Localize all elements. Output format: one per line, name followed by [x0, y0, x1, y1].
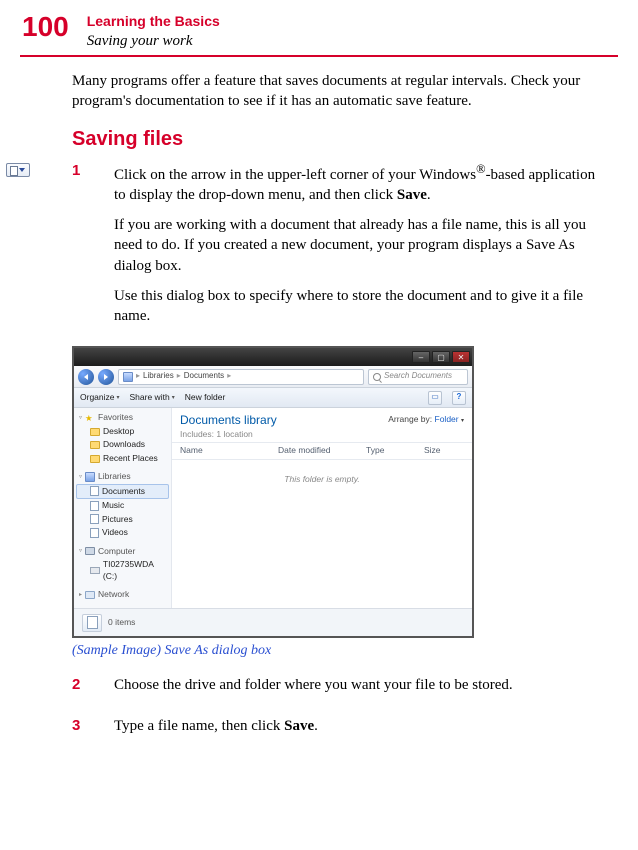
nav-back-button[interactable]: [78, 369, 94, 385]
folder-icon: [90, 455, 100, 463]
library-icon: [123, 372, 133, 382]
app-menu-icon: [6, 163, 30, 177]
folder-icon: [90, 428, 100, 436]
star-icon: ★: [85, 413, 95, 423]
step-3-row: 3 Type a file name, then click Save.: [0, 716, 608, 746]
step-2-row: 2 Choose the drive and folder where you …: [0, 675, 608, 705]
step-1-para-1: Click on the arrow in the upper-left cor…: [114, 161, 608, 206]
status-item-count: 0 items: [108, 617, 135, 628]
header-rule: [20, 55, 618, 57]
save-as-dialog: – ▢ ✕ ▸ Libraries ▸ Documents ▸ Search D…: [72, 346, 474, 638]
help-button[interactable]: ?: [452, 391, 466, 405]
search-icon: [373, 373, 381, 381]
step-3-text: Type a file name, then click Save.: [114, 716, 608, 746]
computer-group[interactable]: ▿Computer: [79, 546, 169, 557]
breadcrumb-root: Libraries: [143, 371, 174, 382]
music-icon: [90, 501, 99, 511]
col-type: Type: [366, 445, 406, 456]
step-2-text: Choose the drive and folder where you wa…: [114, 675, 608, 705]
chapter-title: Learning the Basics: [87, 12, 220, 31]
arrange-by[interactable]: Arrange by: Folder ▾: [388, 414, 464, 425]
nav-sidebar: ▿★Favorites Desktop Downloads Recent Pla…: [74, 408, 172, 608]
search-placeholder: Search Documents: [384, 371, 452, 382]
share-with-button[interactable]: Share with▾: [130, 392, 175, 403]
dialog-statusbar: 0 items: [74, 608, 472, 636]
sidebar-item-recent[interactable]: Recent Places: [76, 452, 169, 465]
col-date: Date modified: [278, 445, 348, 456]
organize-button[interactable]: Organize▾: [80, 392, 120, 403]
page-number: 100: [22, 8, 69, 46]
step-2-number: 2: [72, 675, 114, 695]
favorites-group[interactable]: ▿★Favorites: [79, 412, 169, 423]
sidebar-item-music[interactable]: Music: [76, 499, 169, 512]
subsection-heading: Saving files: [72, 126, 638, 153]
step-3-para: Type a file name, then click Save.: [114, 716, 608, 736]
step-1-text: Click on the arrow in the upper-left cor…: [114, 161, 608, 337]
network-group[interactable]: ▸Network: [79, 589, 169, 600]
arrange-value: Folder: [435, 414, 459, 424]
image-caption: (Sample Image) Save As dialog box: [72, 642, 638, 661]
col-size: Size: [424, 445, 464, 456]
library-icon: [85, 472, 95, 482]
document-icon: [90, 486, 99, 496]
step-1-para-2: If you are working with a document that …: [114, 215, 608, 276]
sidebar-item-desktop[interactable]: Desktop: [76, 425, 169, 438]
videos-icon: [90, 528, 99, 538]
dialog-toolbar: Organize▾ Share with▾ New folder ▭ ?: [74, 388, 472, 408]
dialog-titlebar: – ▢ ✕: [74, 348, 472, 366]
margin-icon-container: [0, 161, 34, 177]
col-name: Name: [180, 445, 260, 456]
step-1-para-3: Use this dialog box to specify where to …: [114, 286, 608, 327]
maximize-button[interactable]: ▢: [432, 351, 450, 363]
computer-icon: [85, 547, 95, 555]
status-doc-icon: [82, 614, 102, 632]
view-button[interactable]: ▭: [428, 391, 442, 405]
column-headers[interactable]: Name Date modified Type Size: [172, 442, 472, 459]
network-icon: [85, 591, 95, 599]
breadcrumb-current: Documents: [184, 371, 224, 382]
empty-folder-message: This folder is empty.: [172, 474, 472, 485]
dialog-address-bar: ▸ Libraries ▸ Documents ▸ Search Documen…: [74, 366, 472, 388]
pictures-icon: [90, 514, 99, 524]
sidebar-item-downloads[interactable]: Downloads: [76, 438, 169, 451]
step-2-para: Choose the drive and folder where you wa…: [114, 675, 608, 695]
sidebar-item-drive-c[interactable]: TI02735WDA (C:): [76, 558, 169, 583]
step-1-number: 1: [72, 161, 114, 181]
step-3-number: 3: [72, 716, 114, 736]
sidebar-item-pictures[interactable]: Pictures: [76, 513, 169, 526]
libraries-group[interactable]: ▿Libraries: [79, 471, 169, 482]
breadcrumb[interactable]: ▸ Libraries ▸ Documents ▸: [118, 369, 364, 385]
library-subtitle: Includes: 1 location: [180, 429, 464, 440]
dialog-body: ▿★Favorites Desktop Downloads Recent Pla…: [74, 408, 472, 608]
search-input[interactable]: Search Documents: [368, 369, 468, 385]
hdd-icon: [90, 567, 100, 574]
section-title-header: Saving your work: [87, 31, 220, 51]
sidebar-item-videos[interactable]: Videos: [76, 526, 169, 539]
folder-icon: [90, 441, 100, 449]
nav-forward-button[interactable]: [98, 369, 114, 385]
new-folder-button[interactable]: New folder: [185, 392, 226, 403]
content-pane: Documents library Includes: 1 location A…: [172, 408, 472, 608]
close-button[interactable]: ✕: [452, 351, 470, 363]
page-header: 100 Learning the Basics Saving your work: [0, 0, 638, 51]
chapter-block: Learning the Basics Saving your work: [87, 8, 220, 51]
sidebar-item-documents[interactable]: Documents: [76, 484, 169, 499]
step-1-row: 1 Click on the arrow in the upper-left c…: [0, 161, 608, 337]
intro-paragraph: Many programs offer a feature that saves…: [72, 71, 608, 112]
minimize-button[interactable]: –: [412, 351, 430, 363]
